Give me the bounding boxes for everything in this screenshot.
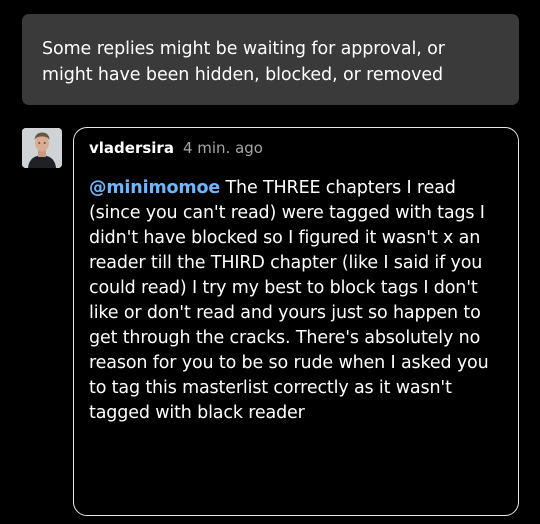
user-avatar-icon (22, 128, 62, 168)
user-avatar[interactable] (22, 128, 62, 168)
replies-hidden-notice: Some replies might be waiting for approv… (22, 14, 519, 105)
reply-body: @minimomoe The THREE chapters I read (si… (89, 176, 504, 426)
reply-text: The THREE chapters I read (since you can… (89, 178, 489, 423)
reply-mention-link[interactable]: @minimomoe (89, 178, 220, 198)
reply-card: vladersira 4 min. ago @minimomoe The THR… (73, 127, 519, 516)
reply-timestamp: 4 min. ago (182, 139, 263, 157)
reply-header: vladersira 4 min. ago (89, 139, 504, 163)
notice-text: Some replies might be waiting for approv… (42, 39, 445, 85)
reply-username[interactable]: vladersira (89, 139, 174, 157)
